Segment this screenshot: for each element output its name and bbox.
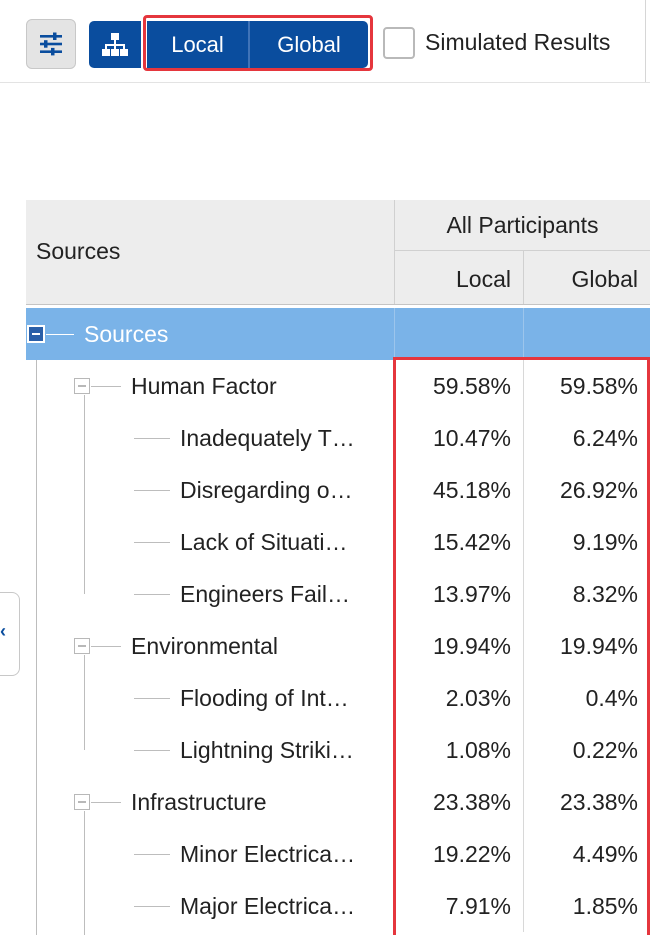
row-label: Lack of Situati…: [180, 529, 348, 555]
collapse-toggle-icon[interactable]: [74, 638, 90, 654]
hierarchy-button[interactable]: [89, 21, 141, 68]
row-label: Disregarding o…: [180, 477, 353, 503]
header-separator: [394, 200, 395, 304]
hierarchy-icon: [102, 33, 128, 56]
row-label: Minor Electrica…: [180, 841, 356, 867]
local-column-header[interactable]: Local: [395, 251, 523, 304]
tree-trunk-line: [84, 655, 85, 750]
tree-branch-line: [91, 646, 121, 647]
tree-branch-line: [134, 854, 170, 855]
tree-branch-line: [134, 490, 170, 491]
row-label: Environmental: [131, 633, 279, 659]
global-value-cell: [524, 308, 638, 360]
tree-trunk-line: [84, 811, 85, 935]
tree-branch-line: [134, 698, 170, 699]
simulated-results-label[interactable]: Simulated Results: [425, 29, 610, 56]
tree-branch-line: [134, 750, 170, 751]
tree-branch-line: [134, 542, 170, 543]
row-label: Inadequately T…: [180, 425, 355, 451]
header-bottom-border: [26, 304, 650, 305]
tree-branch-line: [46, 334, 74, 335]
row-label: Engineers Fail…: [180, 581, 351, 607]
global-column-header[interactable]: Global: [524, 251, 650, 304]
chevron-left-icon: ‹: [0, 621, 6, 641]
toolbar: Local Global Simulated Results: [0, 0, 650, 82]
sidebar-collapse-handle[interactable]: ‹: [0, 592, 20, 676]
row-label: Infrastructure: [131, 789, 267, 815]
row-label: Flooding of Int…: [180, 685, 349, 711]
row-label: Human Factor: [131, 373, 277, 399]
toolbar-divider: [645, 0, 646, 82]
tree-trunk-line: [84, 395, 85, 594]
local-header-label: Local: [456, 266, 511, 292]
row-label: Sources: [84, 321, 169, 347]
segment-highlight-box: [143, 15, 373, 71]
collapse-toggle-icon[interactable]: [27, 325, 45, 343]
tree-branch-line: [91, 802, 121, 803]
collapse-toggle-icon[interactable]: [74, 794, 90, 810]
tree-branch-line: [134, 594, 170, 595]
all-participants-header: All Participants: [395, 200, 650, 250]
toolbar-bottom-border: [0, 82, 650, 83]
row-label: Lightning Striki…: [180, 737, 354, 763]
tree-branch-line: [134, 438, 170, 439]
tree-trunk-line: [36, 360, 37, 935]
global-header-label: Global: [571, 266, 638, 292]
tree-root-row[interactable]: Sources: [26, 308, 650, 360]
collapse-toggle-icon[interactable]: [74, 378, 90, 394]
header-separator: [523, 251, 524, 304]
row-label: Major Electrica…: [180, 893, 356, 919]
sliders-icon: [40, 32, 62, 56]
settings-button[interactable]: [26, 19, 76, 69]
local-value-cell: [395, 308, 511, 360]
tree-branch-line: [91, 386, 121, 387]
simulated-results-checkbox[interactable]: [383, 27, 415, 59]
values-highlight-box: [393, 357, 650, 935]
sources-column-header[interactable]: Sources: [26, 200, 394, 304]
tree-branch-line: [134, 906, 170, 907]
sources-header-label: Sources: [36, 238, 121, 264]
